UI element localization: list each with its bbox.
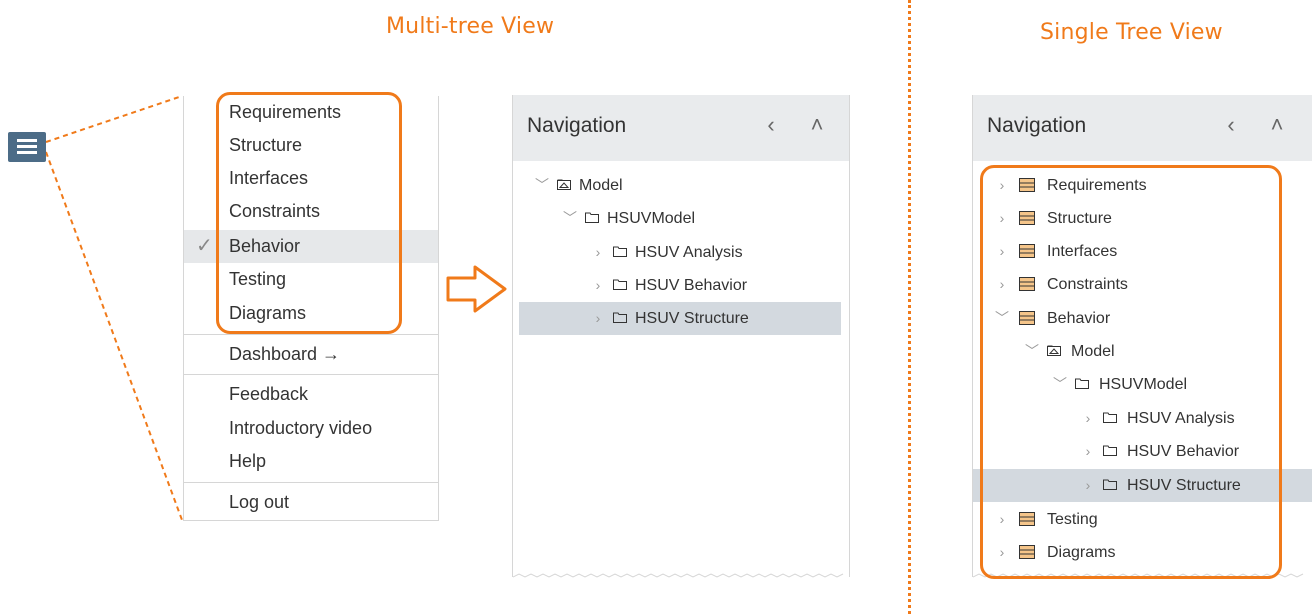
menu-divider [184,374,438,375]
multi-tree-navigation-panel: Navigation ‹ ˄ ﹀ Model ﹀ HSUVModel › HSU… [512,95,850,578]
multi-tree-title: Multi-tree View [386,14,555,39]
menu-item-feedback[interactable]: Feedback [184,378,438,411]
folder-icon [585,212,599,223]
tree-row-hsuv-analysis[interactable]: › HSUV Analysis [519,236,841,269]
menu-item-dashboard[interactable]: Dashboard → [184,338,438,371]
back-chevron-icon[interactable]: ‹ [1219,111,1243,139]
tree-highlight-box [980,165,1282,579]
menu-divider [184,334,438,335]
checkmark-icon: ✓ [196,235,213,257]
right-arrow-icon [446,265,507,313]
tree-row-model[interactable]: ﹀ Model [519,169,841,202]
navigation-title: Navigation [527,114,627,137]
collapsed-chevron-icon[interactable]: › [591,269,605,302]
tree-row-label: HSUV Structure [635,310,749,327]
menu-item-help[interactable]: Help [184,445,438,478]
back-chevron-icon[interactable]: ‹ [759,111,783,139]
tree-row-hsuv-behavior[interactable]: › HSUV Behavior [519,269,841,302]
menu-highlight-box [216,92,402,334]
expanded-chevron-icon[interactable]: ﹀ [563,202,577,235]
tree-row-label: HSUV Behavior [635,277,748,294]
model-icon [557,179,571,190]
navigation-header: Navigation ‹ ˄ [513,95,849,161]
expanded-chevron-icon[interactable]: ﹀ [535,169,549,202]
menu-divider [184,482,438,483]
torn-edge [513,573,844,578]
tree-row-label: Model [579,177,623,194]
navigation-title: Navigation [987,114,1087,137]
hamburger-menu-icon[interactable] [8,132,46,162]
tree-row-label: HSUV Analysis [635,244,743,261]
tree-row-hsuv-structure[interactable]: › HSUV Structure [519,302,841,335]
tree-row-label: HSUVModel [607,210,696,227]
folder-icon [613,246,627,257]
single-tree-title: Single Tree View [1040,20,1223,45]
section-divider [908,0,911,614]
menu-leader-lines [45,95,183,521]
collapse-chevron-icon[interactable]: ˄ [805,111,829,139]
folder-icon [613,312,627,323]
collapsed-chevron-icon[interactable]: › [591,236,605,269]
tree-row-hsuvmodel[interactable]: ﹀ HSUVModel [519,202,841,235]
collapsed-chevron-icon[interactable]: › [591,302,605,335]
folder-icon [613,279,627,290]
navigation-header: Navigation ‹ ˄ [973,95,1312,161]
menu-item-logout[interactable]: Log out [184,486,438,519]
collapse-chevron-icon[interactable]: ˄ [1265,111,1289,139]
menu-item-introductory-video[interactable]: Introductory video [184,412,438,445]
